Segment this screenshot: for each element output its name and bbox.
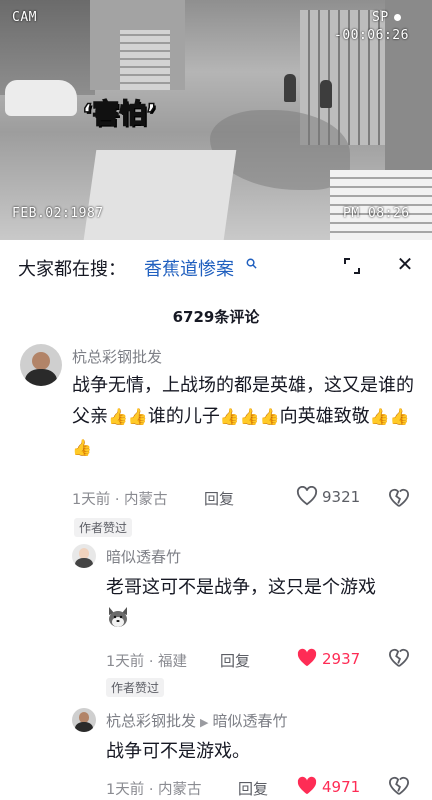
thumbs-up-emoji: 👍 — [72, 438, 92, 457]
video-player[interactable]: CAM SP -00:06:26 FEB.02:1987 PM 08:26 ‘害… — [0, 0, 432, 240]
avatar[interactable] — [72, 544, 96, 568]
comment-meta: 1天前 · 内蒙古 — [72, 492, 168, 508]
thumbs-up-emoji: 👍 — [239, 407, 260, 426]
reply-button[interactable]: 回复 — [220, 650, 250, 671]
avatar[interactable] — [20, 344, 62, 386]
broken-heart-icon[interactable] — [388, 488, 410, 510]
like-button[interactable]: 2937 — [296, 648, 360, 668]
video-scene-crate — [120, 30, 170, 90]
comment-item: 杭总彩钢批发 战争无情，上战场的都是英雄，这又是谁的父亲👍👍谁的儿子👍👍👍向英雄… — [0, 342, 432, 537]
comment-panel: 大家都在搜： 香蕉道惨案 ✕ 6729条评论 杭总彩钢批发 战争无情，上战场的都… — [0, 240, 432, 800]
video-scene-person — [320, 80, 332, 108]
video-scene-person — [284, 74, 296, 102]
comment-meta: 1天前 · 内蒙古 — [106, 782, 202, 798]
author-liked-tag: 作者赞过 — [106, 678, 165, 697]
broken-heart-icon[interactable] — [388, 776, 410, 798]
comment-text: 老哥这可不是战争，这只是个游戏 — [106, 572, 421, 634]
avatar[interactable] — [72, 708, 96, 732]
reply-button[interactable]: 回复 — [238, 778, 268, 799]
heart-filled-icon — [297, 776, 317, 795]
video-scene-roof — [83, 150, 237, 240]
close-icon[interactable]: ✕ — [394, 253, 416, 275]
thumbs-up-emoji: 👍 — [219, 407, 240, 426]
reply-arrow-icon: ▶ — [200, 716, 209, 729]
sp-label: SP — [372, 10, 401, 25]
comments-count: 6729条评论 — [172, 308, 260, 326]
thumbs-up-emoji: 👍 — [259, 407, 280, 426]
reply-author[interactable]: 杭总彩钢批发 — [106, 712, 196, 730]
video-caption: ‘害怕’ — [81, 98, 157, 131]
broken-heart-icon[interactable] — [388, 648, 410, 670]
comment-username: 杭总彩钢批发 ▶ 暗似透春竹 — [106, 710, 288, 731]
comment-username[interactable]: 杭总彩钢批发 — [72, 346, 162, 367]
heart-filled-icon — [297, 648, 317, 667]
reply-target[interactable]: 暗似透春竹 — [212, 712, 287, 730]
date-stamp: FEB.02:1987 — [12, 206, 104, 221]
time-counter: -00:06:26 — [334, 28, 409, 43]
comment-meta: 1天前 · 福建 — [106, 654, 188, 670]
husky-emoji-icon — [109, 607, 127, 627]
expand-icon[interactable] — [341, 255, 363, 277]
trending-search-term[interactable]: 香蕉道惨案 — [144, 255, 234, 281]
record-dot-icon — [393, 14, 401, 21]
comment-text: 战争无情，上战场的都是英雄，这又是谁的父亲👍👍谁的儿子👍👍👍向英雄致敬👍👍👍 — [72, 375, 414, 457]
search-icon[interactable] — [246, 258, 257, 272]
thumbs-up-emoji: 👍 — [127, 407, 148, 426]
reply-item: 暗似透春竹 老哥这可不是战争，这只是个游戏 1天前 · 福建 回复 2937 作… — [0, 542, 432, 698]
comment-username[interactable]: 暗似透春竹 — [106, 546, 181, 567]
like-button[interactable]: 9321 — [296, 486, 360, 506]
like-button[interactable]: 4971 — [296, 776, 360, 796]
comment-text: 战争可不是游戏。 — [106, 741, 250, 762]
cam-label: CAM — [12, 10, 37, 25]
heart-outline-icon — [296, 486, 318, 506]
like-count: 9321 — [322, 488, 361, 506]
clock-stamp: PM 08:26 — [343, 206, 410, 221]
reply-button[interactable]: 回复 — [204, 488, 234, 509]
trending-search-bar[interactable]: 大家都在搜： 香蕉道惨案 — [0, 240, 432, 292]
thumbs-up-emoji: 👍 — [369, 407, 390, 426]
video-scene-pallets — [330, 170, 432, 240]
video-scene-car — [5, 80, 77, 116]
author-liked-tag: 作者赞过 — [74, 518, 133, 537]
like-count: 4971 — [322, 778, 361, 796]
thumbs-up-emoji: 👍 — [108, 407, 128, 426]
trending-search-lead: 大家都在搜： — [18, 259, 126, 280]
video-scene-wall — [385, 0, 432, 180]
thumbs-up-emoji: 👍 — [389, 407, 410, 426]
like-count: 2937 — [322, 650, 361, 668]
reply-item: 杭总彩钢批发 ▶ 暗似透春竹 战争可不是游戏。 1天前 · 内蒙古 回复 4971 — [0, 706, 432, 800]
